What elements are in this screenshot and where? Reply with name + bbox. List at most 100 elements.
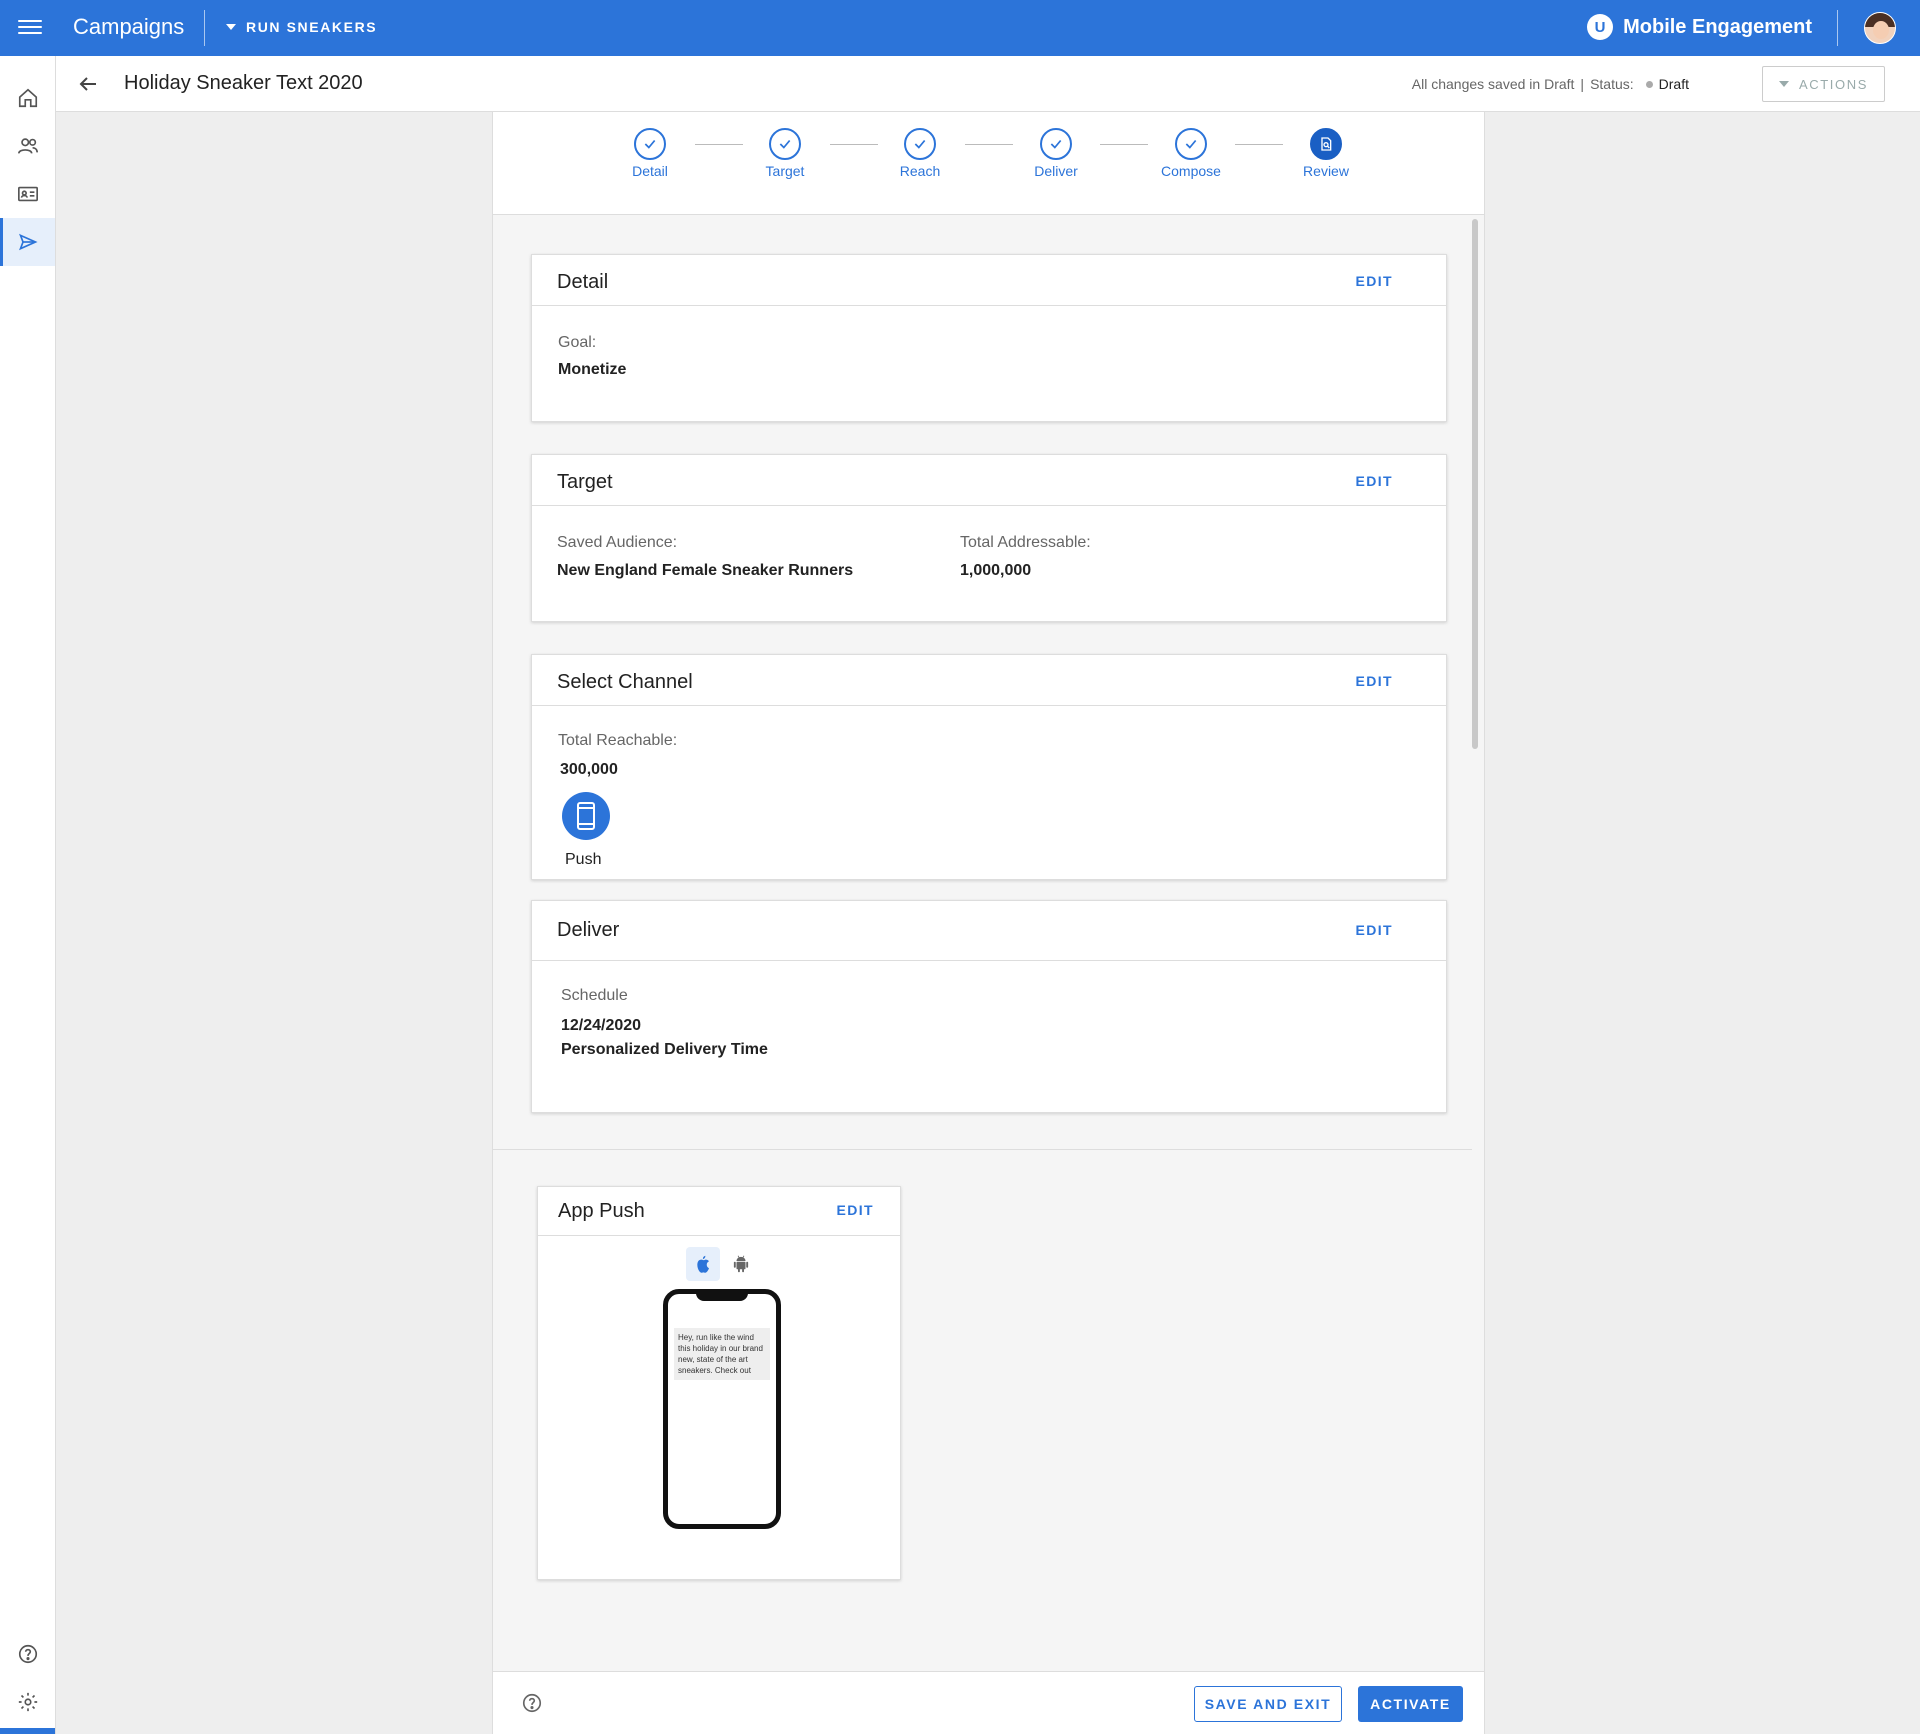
actions-label: ACTIONS xyxy=(1799,76,1868,92)
page-title: Holiday Sneaker Text 2020 xyxy=(124,72,363,94)
os-toggle xyxy=(686,1247,758,1281)
total-addressable-label: Total Addressable: xyxy=(960,534,1091,551)
step-connector xyxy=(1235,144,1283,145)
goal-label: Goal: xyxy=(558,334,597,351)
back-arrow-icon[interactable] xyxy=(76,72,100,96)
channel-name: Push xyxy=(565,851,602,868)
activate-button[interactable]: ACTIVATE xyxy=(1358,1686,1463,1722)
saved-audience-value: New England Female Sneaker Runners xyxy=(557,562,854,579)
mobile-phone-icon xyxy=(562,792,610,840)
check-icon xyxy=(904,128,936,160)
hamburger-menu-icon[interactable] xyxy=(18,16,42,40)
schedule-date: 12/24/2020 xyxy=(561,1017,642,1034)
save-status: All changes saved in Draft | Status: Dra… xyxy=(1412,76,1689,92)
help-icon[interactable] xyxy=(521,1692,543,1714)
step-connector xyxy=(1100,144,1148,145)
nav-campaigns[interactable] xyxy=(0,218,55,266)
check-icon xyxy=(634,128,666,160)
caret-down-icon xyxy=(1779,81,1789,87)
goal-value: Monetize xyxy=(558,361,627,378)
card-title: Target xyxy=(557,471,613,493)
step-label: Target xyxy=(765,163,805,179)
nav-audiences[interactable] xyxy=(0,122,55,170)
edit-deliver-button[interactable]: EDIT xyxy=(1356,922,1394,938)
status-dot-icon xyxy=(1645,80,1653,88)
page-header: Holiday Sneaker Text 2020 All changes sa… xyxy=(56,56,1920,112)
people-icon xyxy=(17,138,38,154)
target-card: Target EDIT Saved Audience: New England … xyxy=(531,454,1447,622)
android-icon[interactable] xyxy=(724,1247,758,1281)
edit-target-button[interactable]: EDIT xyxy=(1356,473,1394,489)
step-reach[interactable]: Reach xyxy=(880,128,960,179)
header-divider xyxy=(204,10,205,46)
gear-icon xyxy=(18,1692,37,1712)
step-target[interactable]: Target xyxy=(745,128,825,179)
step-detail[interactable]: Detail xyxy=(610,128,690,179)
product-logo: U Mobile Engagement xyxy=(1587,14,1812,40)
brand-selector-label: RUN SNEAKERS xyxy=(246,19,378,35)
app-push-card: App Push EDIT Hey, run like the wind thi… xyxy=(537,1186,901,1580)
nav-contacts[interactable] xyxy=(0,170,55,218)
deliver-card: Deliver EDIT Schedule 12/24/2020 Persona… xyxy=(531,900,1447,1113)
scrollbar[interactable] xyxy=(1472,219,1478,749)
saved-audience-label: Saved Audience: xyxy=(557,534,678,551)
header-divider xyxy=(1837,10,1838,46)
status-label: Status: xyxy=(1590,76,1634,92)
brand-logo-icon: U xyxy=(1587,14,1614,40)
progress-stepper: Detail Target Reach Deliver Compose Revi… xyxy=(493,112,1484,215)
step-label: Reach xyxy=(899,163,941,179)
step-deliver[interactable]: Deliver xyxy=(1016,128,1096,179)
brand-selector[interactable]: RUN SNEAKERS xyxy=(226,19,377,35)
action-footer: SAVE AND EXIT ACTIVATE xyxy=(493,1671,1484,1734)
step-compose[interactable]: Compose xyxy=(1151,128,1231,179)
section-divider xyxy=(493,1149,1472,1150)
select-channel-card: Select Channel EDIT Total Reachable: 300… xyxy=(531,654,1447,880)
apple-icon[interactable] xyxy=(686,1247,720,1281)
review-panel: Detail Target Reach Deliver Compose Revi… xyxy=(492,112,1485,1734)
home-icon xyxy=(18,88,37,108)
help-icon xyxy=(18,1644,37,1664)
step-label: Detail xyxy=(632,163,668,179)
delivery-time: Personalized Delivery Time xyxy=(561,1041,768,1058)
total-addressable-value: 1,000,000 xyxy=(960,562,1032,579)
step-label: Deliver xyxy=(1034,163,1078,179)
nav-settings[interactable] xyxy=(0,1678,55,1726)
review-document-icon xyxy=(1310,128,1342,160)
nav-home[interactable] xyxy=(0,74,55,122)
nav-help[interactable] xyxy=(0,1630,55,1678)
card-title: Deliver xyxy=(557,919,620,941)
send-icon xyxy=(18,233,38,251)
phone-preview: Hey, run like the wind this holiday in o… xyxy=(663,1289,781,1529)
save-status-text: All changes saved in Draft xyxy=(1411,76,1575,92)
schedule-label: Schedule xyxy=(561,987,628,1004)
step-connector xyxy=(830,144,878,145)
total-reachable-label: Total Reachable: xyxy=(558,732,678,749)
step-connector xyxy=(965,144,1013,145)
total-reachable-value: 300,000 xyxy=(560,761,618,778)
top-app-bar: Campaigns RUN SNEAKERS U Mobile Engageme… xyxy=(0,0,1920,56)
step-label: Compose xyxy=(1161,163,1221,179)
card-title: App Push xyxy=(558,1200,645,1222)
app-title: Campaigns xyxy=(73,14,185,39)
actions-button[interactable]: ACTIONS xyxy=(1762,66,1885,102)
step-connector xyxy=(695,144,743,145)
rail-accent-bar xyxy=(0,1728,55,1734)
check-icon xyxy=(769,128,801,160)
edit-channel-button[interactable]: EDIT xyxy=(1356,673,1394,689)
detail-card: Detail EDIT Goal: Monetize xyxy=(531,254,1447,422)
card-title: Select Channel xyxy=(557,671,693,693)
check-icon xyxy=(1175,128,1207,160)
contact-card-icon xyxy=(17,186,38,202)
user-avatar[interactable] xyxy=(1864,12,1896,44)
card-title: Detail xyxy=(557,271,609,293)
side-navigation xyxy=(0,56,56,1734)
product-name: Mobile Engagement xyxy=(1623,15,1812,38)
caret-down-icon xyxy=(226,24,236,30)
edit-app-push-button[interactable]: EDIT xyxy=(837,1202,875,1218)
check-icon xyxy=(1040,128,1072,160)
edit-detail-button[interactable]: EDIT xyxy=(1356,273,1394,289)
step-review[interactable]: Review xyxy=(1286,128,1366,179)
step-label: Review xyxy=(1303,163,1349,179)
status-badge: Draft xyxy=(1658,76,1689,92)
save-and-exit-button[interactable]: SAVE AND EXIT xyxy=(1194,1686,1342,1722)
